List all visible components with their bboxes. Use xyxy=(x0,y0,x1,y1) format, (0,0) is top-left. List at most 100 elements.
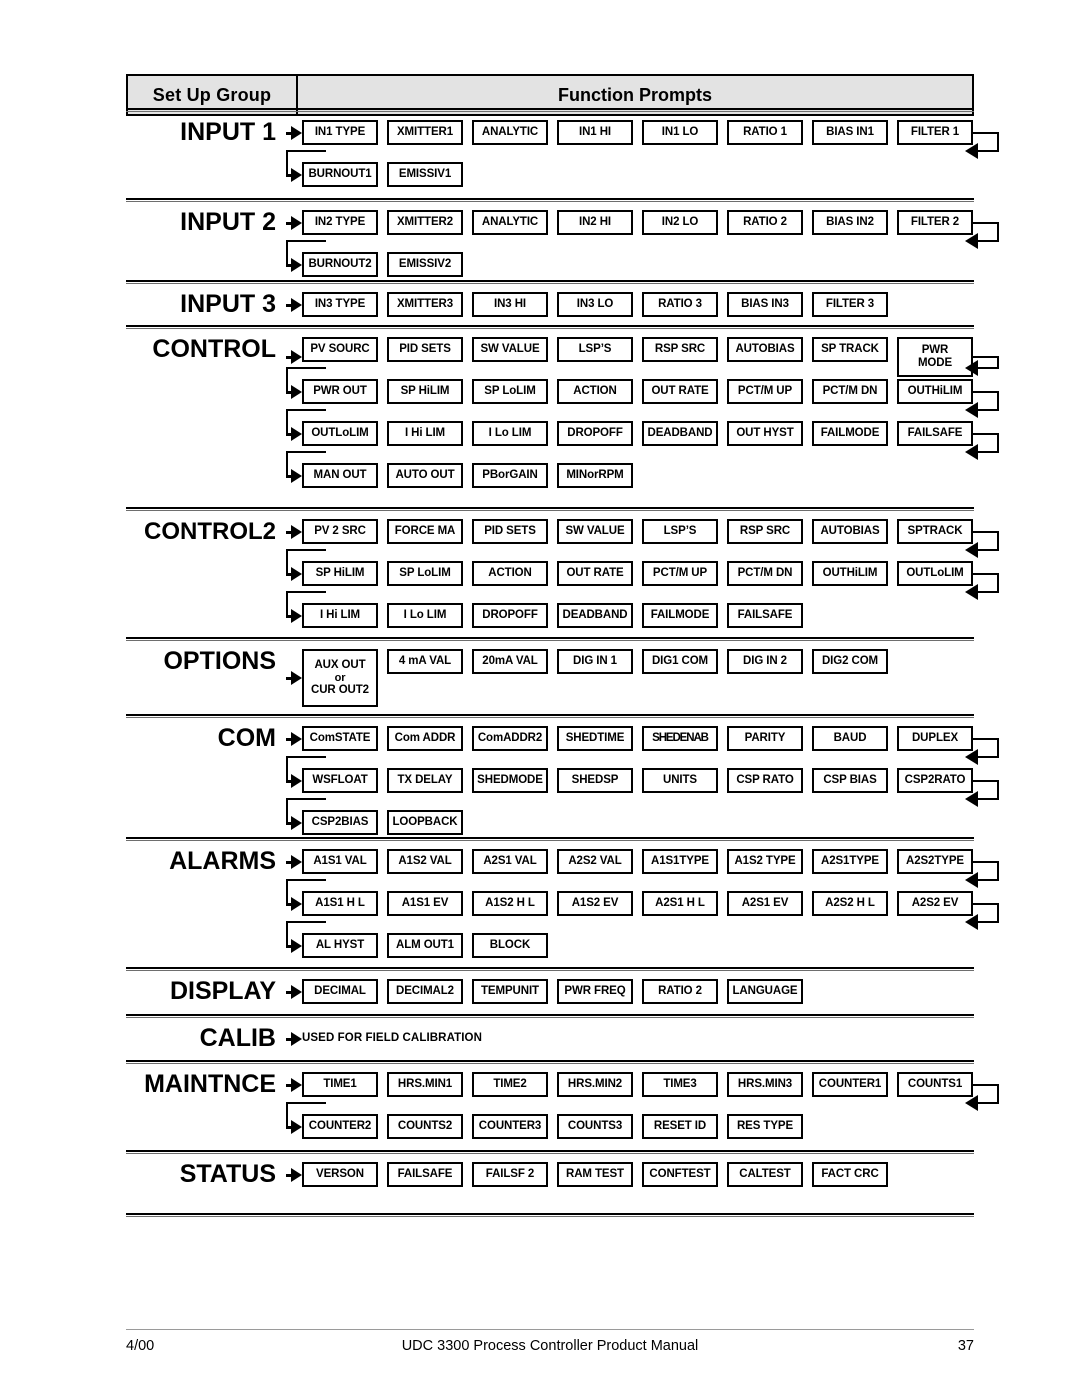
prompt-box[interactable]: OUTHiLIM xyxy=(897,379,973,404)
prompt-box[interactable]: RESET ID xyxy=(642,1114,718,1139)
prompt-box[interactable]: ALM OUT1 xyxy=(387,933,463,958)
prompt-box[interactable]: A2S1 EV xyxy=(727,891,803,916)
prompt-box[interactable]: LSP’S xyxy=(557,337,633,362)
prompt-box[interactable]: PBorGAIN xyxy=(472,463,548,488)
prompt-box[interactable]: PWR OUT xyxy=(302,379,378,404)
prompt-box[interactable]: SHEDSP xyxy=(557,768,633,793)
prompt-box[interactable]: VERSON xyxy=(302,1162,378,1187)
prompt-box[interactable]: 20mA VAL xyxy=(472,649,548,674)
prompt-box[interactable]: HRS.MIN2 xyxy=(557,1072,633,1097)
prompt-box[interactable]: PCT/M DN xyxy=(727,561,803,586)
prompt-box[interactable]: FILTER 1 xyxy=(897,120,973,145)
prompt-box[interactable]: XMITTER3 xyxy=(387,292,463,317)
prompt-box[interactable]: RATIO 2 xyxy=(642,979,718,1004)
prompt-box[interactable]: PCT/M UP xyxy=(642,561,718,586)
prompt-box[interactable]: DEADBAND xyxy=(557,603,633,628)
prompt-box[interactable]: A2S1 VAL xyxy=(472,849,548,874)
prompt-box[interactable]: OUT HYST xyxy=(727,421,803,446)
prompt-box[interactable]: BURNOUT2 xyxy=(302,252,378,277)
prompt-box[interactable]: A2S2 H L xyxy=(812,891,888,916)
prompt-box[interactable]: CSP RATO xyxy=(727,768,803,793)
prompt-box[interactable]: HRS.MIN3 xyxy=(727,1072,803,1097)
prompt-box[interactable]: CSP BIAS xyxy=(812,768,888,793)
prompt-box[interactable]: FAILMODE xyxy=(642,603,718,628)
prompt-box[interactable]: EMISSIV2 xyxy=(387,252,463,277)
prompt-box[interactable]: A2S1TYPE xyxy=(812,849,888,874)
prompt-box[interactable]: OUT RATE xyxy=(557,561,633,586)
prompt-box[interactable]: PCT/M DN xyxy=(812,379,888,404)
prompt-box[interactable]: DROPOFF xyxy=(557,421,633,446)
prompt-box[interactable]: LOOPBACK xyxy=(387,810,463,835)
prompt-box[interactable]: FACT CRC xyxy=(812,1162,888,1187)
prompt-box[interactable]: RES TYPE xyxy=(727,1114,803,1139)
prompt-box[interactable]: FORCE MA xyxy=(387,519,463,544)
prompt-box[interactable]: ACTION xyxy=(557,379,633,404)
prompt-box[interactable]: RSP SRC xyxy=(642,337,718,362)
prompt-box[interactable]: IN3 TYPE xyxy=(302,292,378,317)
prompt-box[interactable]: COUNTER3 xyxy=(472,1114,548,1139)
prompt-box[interactable]: A1S1 EV xyxy=(387,891,463,916)
prompt-box[interactable]: ComSTATE xyxy=(302,726,378,751)
prompt-box[interactable]: SP HiLIM xyxy=(387,379,463,404)
prompt-box[interactable]: OUTLoLIM xyxy=(302,421,378,446)
prompt-box[interactable]: AUTOBIAS xyxy=(812,519,888,544)
prompt-box[interactable]: I Hi LIM xyxy=(302,603,378,628)
prompt-box[interactable]: A1S2 VAL xyxy=(387,849,463,874)
prompt-box[interactable]: UNITS xyxy=(642,768,718,793)
prompt-box[interactable]: A2S2TYPE xyxy=(897,849,973,874)
prompt-box[interactable]: IN2 LO xyxy=(642,210,718,235)
prompt-box[interactable]: MINorRPM xyxy=(557,463,633,488)
prompt-box[interactable]: COUNTS1 xyxy=(897,1072,973,1097)
prompt-box[interactable]: COUNTER2 xyxy=(302,1114,378,1139)
prompt-box[interactable]: A1S2 EV xyxy=(557,891,633,916)
prompt-box[interactable]: SP TRACK xyxy=(812,337,888,362)
prompt-box[interactable]: CSP2BIAS xyxy=(302,810,378,835)
prompt-box[interactable]: HRS.MIN1 xyxy=(387,1072,463,1097)
prompt-box[interactable]: FILTER 2 xyxy=(897,210,973,235)
prompt-box[interactable]: MAN OUT xyxy=(302,463,378,488)
prompt-box[interactable]: CONFTEST xyxy=(642,1162,718,1187)
prompt-box[interactable]: SW VALUE xyxy=(557,519,633,544)
prompt-box[interactable]: DEADBAND xyxy=(642,421,718,446)
prompt-box[interactable]: RATIO 3 xyxy=(642,292,718,317)
prompt-box[interactable]: FAILSAFE xyxy=(387,1162,463,1187)
prompt-box[interactable]: BIAS IN2 xyxy=(812,210,888,235)
prompt-box[interactable]: IN1 TYPE xyxy=(302,120,378,145)
prompt-box[interactable]: CALTEST xyxy=(727,1162,803,1187)
prompt-box[interactable]: IN2 HI xyxy=(557,210,633,235)
prompt-box[interactable]: OUTHiLIM xyxy=(812,561,888,586)
prompt-box[interactable]: AUTOBIAS xyxy=(727,337,803,362)
prompt-box[interactable]: LSP’S xyxy=(642,519,718,544)
prompt-box[interactable]: SHEDMODE xyxy=(472,768,548,793)
prompt-box[interactable]: AL HYST xyxy=(302,933,378,958)
prompt-box[interactable]: A1S2 H L xyxy=(472,891,548,916)
prompt-box[interactable]: I Lo LIM xyxy=(387,603,463,628)
prompt-box[interactable]: SPTRACK xyxy=(897,519,973,544)
prompt-box[interactable]: SHEDENAB xyxy=(642,726,718,751)
prompt-box[interactable]: RAM TEST xyxy=(557,1162,633,1187)
prompt-box[interactable]: IN2 TYPE xyxy=(302,210,378,235)
prompt-box[interactable]: BIAS IN1 xyxy=(812,120,888,145)
prompt-box[interactable]: EMISSIV1 xyxy=(387,162,463,187)
prompt-box[interactable]: CSP2RATO xyxy=(897,768,973,793)
prompt-box[interactable]: BIAS IN3 xyxy=(727,292,803,317)
prompt-box[interactable]: I Hi LIM xyxy=(387,421,463,446)
prompt-box[interactable]: TX DELAY xyxy=(387,768,463,793)
prompt-box[interactable]: PWR FREQ xyxy=(557,979,633,1004)
prompt-box[interactable]: TEMPUNIT xyxy=(472,979,548,1004)
prompt-box[interactable]: TIME2 xyxy=(472,1072,548,1097)
prompt-box[interactable]: ANALYTIC xyxy=(472,210,548,235)
prompt-box[interactable]: BURNOUT1 xyxy=(302,162,378,187)
prompt-box[interactable]: AUX OUT or CUR OUT2 xyxy=(302,649,378,707)
prompt-box[interactable]: SP LoLIM xyxy=(387,561,463,586)
prompt-box[interactable]: WSFLOAT xyxy=(302,768,378,793)
prompt-box[interactable]: DIG1 COM xyxy=(642,649,718,674)
prompt-box[interactable]: OUTLoLIM xyxy=(897,561,973,586)
prompt-box[interactable]: BLOCK xyxy=(472,933,548,958)
prompt-box[interactable]: DECIMAL xyxy=(302,979,378,1004)
prompt-box[interactable]: PV SOURC xyxy=(302,337,378,362)
prompt-box[interactable]: FAILSAFE xyxy=(727,603,803,628)
prompt-box[interactable]: PID SETS xyxy=(387,337,463,362)
prompt-box[interactable]: DIG2 COM xyxy=(812,649,888,674)
prompt-box[interactable]: OUT RATE xyxy=(642,379,718,404)
